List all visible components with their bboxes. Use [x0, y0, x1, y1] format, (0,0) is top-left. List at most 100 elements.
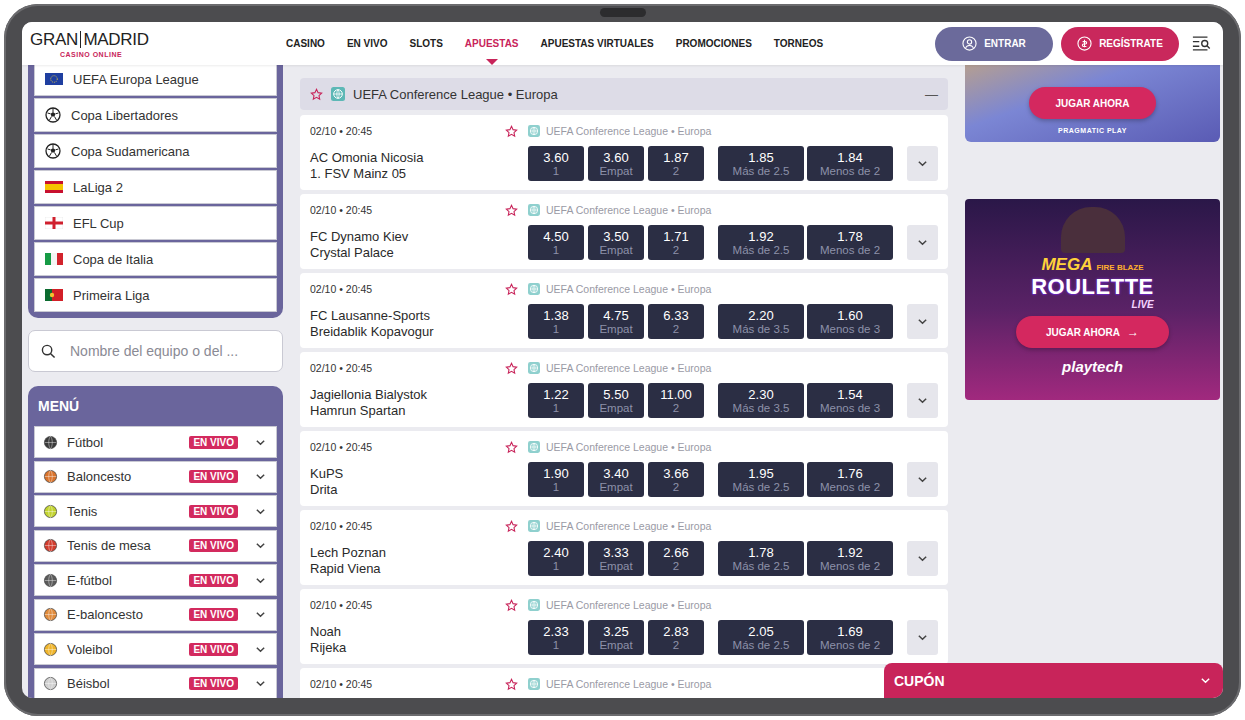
- logo[interactable]: GRANMADRIDCASINO ONLINE: [30, 30, 286, 58]
- chevron-down-icon: [255, 506, 266, 517]
- star-icon[interactable]: [310, 88, 323, 101]
- odds-button[interactable]: 2.401: [528, 541, 584, 576]
- total-odds-button[interactable]: 1.69Menos de 2: [807, 620, 893, 655]
- match-row[interactable]: 02/10 • 20:45KuPSDritaUEFA Conference Le…: [300, 431, 948, 506]
- star-icon[interactable]: [505, 204, 518, 217]
- league-item[interactable]: Primeira Liga: [34, 278, 277, 312]
- sport-item[interactable]: TenisEN VIVO: [34, 495, 277, 527]
- star-icon[interactable]: [505, 599, 518, 612]
- odds-button[interactable]: 3.33Empat: [588, 541, 644, 576]
- odds-button[interactable]: 1.712: [648, 225, 704, 260]
- nav-item[interactable]: SLOTS: [409, 22, 442, 65]
- total-odds-button[interactable]: 1.60Menos de 3: [807, 304, 893, 339]
- match-row[interactable]: 02/10 • 20:45NoahRijekaUEFA Conference L…: [300, 589, 948, 664]
- nav-item[interactable]: CASINO: [286, 22, 325, 65]
- more-markets-button[interactable]: [907, 541, 938, 576]
- total-odds-button[interactable]: 1.76Menos de 2: [807, 462, 893, 497]
- league-item[interactable]: Copa Sudamericana: [34, 134, 277, 168]
- nav-item[interactable]: TORNEOS: [774, 22, 823, 65]
- total-odds-button[interactable]: 1.92Menos de 2: [807, 541, 893, 576]
- sport-name: Fútbol: [67, 435, 103, 450]
- odds-button[interactable]: 2.331: [528, 620, 584, 655]
- star-icon[interactable]: [505, 678, 518, 691]
- register-button[interactable]: REGÍSTRATE: [1061, 27, 1179, 61]
- collapse-toggle[interactable]: —: [925, 87, 938, 102]
- more-markets-button[interactable]: [907, 383, 938, 418]
- total-odds-button[interactable]: 1.54Menos de 3: [807, 383, 893, 418]
- sport-item[interactable]: Tenis de mesaEN VIVO: [34, 530, 277, 562]
- ball-icon: [45, 107, 61, 123]
- star-icon[interactable]: [505, 283, 518, 296]
- more-markets-button[interactable]: [907, 304, 938, 339]
- sport-item[interactable]: FútbolEN VIVO: [34, 426, 277, 458]
- more-markets-button[interactable]: [907, 146, 938, 181]
- promo-banner[interactable]: JUGAR AHORAPRAGMATIC PLAY: [965, 65, 1220, 142]
- odds-button[interactable]: 3.60Empat: [588, 146, 644, 181]
- odds-button[interactable]: 11.002: [648, 383, 704, 418]
- odds-button[interactable]: 2.832: [648, 620, 704, 655]
- odds-button[interactable]: 1.381: [528, 304, 584, 339]
- league-item[interactable]: Copa Libertadores: [34, 98, 277, 132]
- total-odds-button[interactable]: 1.85Más de 2.5: [718, 146, 804, 181]
- total-odds-button[interactable]: 1.78Más de 2.5: [718, 541, 804, 576]
- odds-button[interactable]: 4.501: [528, 225, 584, 260]
- roulette-banner[interactable]: MEGAFIRE BLAZEROULETTELIVEJUGAR AHORA→pl…: [965, 199, 1220, 400]
- more-markets-button[interactable]: [907, 225, 938, 260]
- league-item[interactable]: EFL Cup: [34, 206, 277, 240]
- match-row[interactable]: 02/10 • 20:45Lech PoznanRapid VienaUEFA …: [300, 510, 948, 585]
- odds-button[interactable]: 3.50Empat: [588, 225, 644, 260]
- match-row[interactable]: 02/10 • 20:45FC Dynamo KievCrystal Palac…: [300, 194, 948, 269]
- play-now-button[interactable]: JUGAR AHORA: [1029, 87, 1155, 119]
- sport-item[interactable]: BéisbolEN VIVO: [34, 668, 277, 699]
- menu-button[interactable]: [1187, 29, 1217, 59]
- match-row[interactable]: 02/10 • 20:45AC Omonia Nicosia1. FSV Mai…: [300, 115, 948, 190]
- more-markets-button[interactable]: [907, 462, 938, 497]
- match-row[interactable]: 02/10 • 20:45UEFA Conference League • Eu…: [300, 668, 948, 698]
- odds-button[interactable]: 3.662: [648, 462, 704, 497]
- total-odds-button[interactable]: 2.20Más de 3.5: [718, 304, 804, 339]
- match-row[interactable]: 02/10 • 20:45FC Lausanne-SportsBreidabli…: [300, 273, 948, 348]
- away-team: Crystal Palace: [310, 245, 518, 261]
- competition-header[interactable]: UEFA Conference League • Europa—: [300, 78, 948, 110]
- league-item[interactable]: LaLiga 2: [34, 170, 277, 204]
- page: GRANMADRIDCASINO ONLINECASINO EN VIVO SLOT…: [0, 0, 1245, 720]
- match-row[interactable]: 02/10 • 20:45Jagiellonia BialystokHamrun…: [300, 352, 948, 427]
- more-markets-button[interactable]: [907, 620, 938, 655]
- total-odds-button[interactable]: 1.95Más de 2.5: [718, 462, 804, 497]
- sport-item[interactable]: E-baloncestoEN VIVO: [34, 599, 277, 631]
- total-odds-button[interactable]: 1.84Menos de 2: [807, 146, 893, 181]
- odds-button[interactable]: 2.662: [648, 541, 704, 576]
- nav-item[interactable]: EN VIVO: [347, 22, 388, 65]
- odds-button[interactable]: 5.50Empat: [588, 383, 644, 418]
- odds-button[interactable]: 3.40Empat: [588, 462, 644, 497]
- star-icon[interactable]: [505, 520, 518, 533]
- star-icon[interactable]: [505, 125, 518, 138]
- sport-item[interactable]: VoleibolEN VIVO: [34, 633, 277, 665]
- league-item[interactable]: UEFA Europa League: [34, 65, 277, 96]
- nav-item[interactable]: APUESTAS VIRTUALES: [541, 22, 654, 65]
- league-item[interactable]: Copa de Italia: [34, 242, 277, 276]
- team-search[interactable]: [28, 330, 283, 372]
- bet-coupon[interactable]: CUPÓN: [884, 663, 1223, 698]
- nav-item[interactable]: PROMOCIONES: [676, 22, 752, 65]
- sport-item[interactable]: BaloncestoEN VIVO: [34, 461, 277, 493]
- login-button[interactable]: ENTRAR: [935, 27, 1053, 61]
- total-odds-button[interactable]: 1.92Más de 2.5: [718, 225, 804, 260]
- camera-notch: [600, 8, 646, 17]
- nav-item[interactable]: APUESTAS: [465, 22, 519, 65]
- total-odds-button[interactable]: 2.05Más de 2.5: [718, 620, 804, 655]
- odds-button[interactable]: 3.601: [528, 146, 584, 181]
- sport-item[interactable]: E-fútbolEN VIVO: [34, 564, 277, 596]
- search-input[interactable]: [68, 342, 270, 360]
- odds-button[interactable]: 1.901: [528, 462, 584, 497]
- star-icon[interactable]: [505, 362, 518, 375]
- odds-button[interactable]: 1.872: [648, 146, 704, 181]
- total-odds-button[interactable]: 1.78Menos de 2: [807, 225, 893, 260]
- star-icon[interactable]: [505, 441, 518, 454]
- play-now-button[interactable]: JUGAR AHORA→: [1016, 316, 1169, 348]
- odds-button[interactable]: 4.75Empat: [588, 304, 644, 339]
- odds-button[interactable]: 3.25Empat: [588, 620, 644, 655]
- total-odds-button[interactable]: 2.30Más de 3.5: [718, 383, 804, 418]
- odds-button[interactable]: 1.221: [528, 383, 584, 418]
- odds-button[interactable]: 6.332: [648, 304, 704, 339]
